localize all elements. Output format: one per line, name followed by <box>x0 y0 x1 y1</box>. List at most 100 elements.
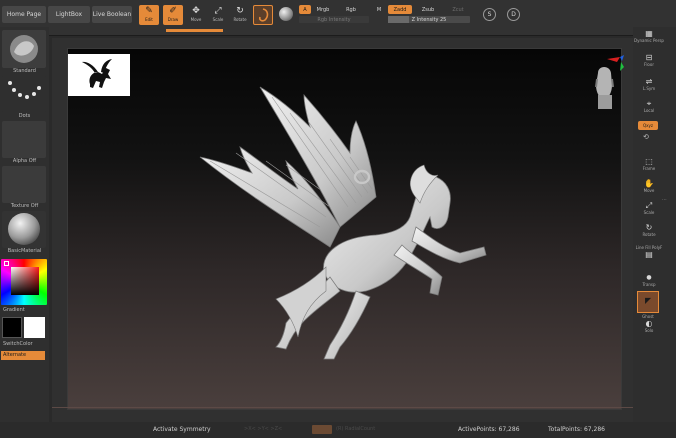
move-view-button[interactable]: ✋ Move <box>638 179 660 193</box>
polyframe-button[interactable]: Line Fill PolyF ▤ <box>636 245 663 259</box>
solo-label: Solo <box>644 328 654 333</box>
local-symmetry-button[interactable]: ⇌ L.Sym <box>638 77 660 91</box>
pegasus-silhouette-icon <box>82 59 112 88</box>
active-tool-indicator <box>166 29 223 32</box>
z-intensity-slider[interactable]: Z Intensity 25 <box>388 16 470 23</box>
gradient-label: Gradient <box>3 307 25 313</box>
rotate-view-label: Rotate <box>642 232 656 237</box>
dots-label: Dots <box>18 113 31 119</box>
polyframe-icon: ▤ <box>645 250 653 259</box>
hand-icon: ✋ <box>644 179 654 188</box>
alpha-off-label: Alpha Off <box>12 158 37 164</box>
ghost-button[interactable]: ◤ <box>637 291 659 313</box>
total-points-label: TotalPoints: 67,286 <box>548 426 605 433</box>
live-boolean-button[interactable]: Live Boolean <box>92 6 132 23</box>
d-icon[interactable]: D <box>507 8 520 21</box>
rotate-tool-button[interactable]: ↻ Rotate <box>230 5 250 25</box>
transp-button[interactable]: ● Transp <box>638 273 660 287</box>
local-label: Local <box>643 108 655 113</box>
s-icon[interactable]: S <box>483 8 496 21</box>
navigation-gizmo[interactable] <box>584 51 624 113</box>
edit-tool-button[interactable]: ✎ Edit <box>139 5 159 25</box>
rotate-view-icon: ↻ <box>645 223 653 232</box>
material-button[interactable] <box>2 211 46 248</box>
scale-tool-label: Scale <box>212 17 224 22</box>
draw-tool-button[interactable]: ✐ Draw <box>163 5 183 25</box>
top-toolbar: Home Page LightBox Live Boolean ✎ Edit ✐… <box>0 0 676 36</box>
local-symmetry-label: L.Sym <box>642 86 656 91</box>
floor-label: Floor <box>644 62 654 67</box>
frame-icon: ⬚ <box>645 157 653 166</box>
scale-view-button[interactable]: ⤢ Scale <box>638 201 660 215</box>
rotate-tool-label: Rotate <box>233 17 247 22</box>
floor-button[interactable]: ⊟ Floor <box>638 53 660 67</box>
rgb-button[interactable]: Rgb <box>342 5 360 14</box>
left-shelf: Standard Dots Alpha Off Texture Off Basi… <box>0 27 49 438</box>
radial-count-slider[interactable]: (R) RadialCount <box>336 426 396 433</box>
symmetry-icon: ⇌ <box>645 77 653 86</box>
activate-symmetry-label[interactable]: Activate Symmetry <box>153 426 211 433</box>
rotate-icon: ↻ <box>236 6 244 16</box>
pegasus-model <box>199 86 487 360</box>
current-brush-button[interactable] <box>253 5 273 25</box>
standard-brush-button[interactable] <box>2 30 46 68</box>
material-sphere-icon[interactable] <box>279 7 293 21</box>
mrgb-button[interactable]: Mrgb <box>313 5 333 14</box>
scale-view-icon: ⤢ <box>645 201 653 210</box>
material-ball-icon <box>8 213 40 245</box>
dynamic-persp-label: Dynamic Persp <box>634 38 664 43</box>
transparency-icon: ● <box>646 274 652 281</box>
zcut-button[interactable]: Zcut <box>449 5 467 14</box>
symmetry-axis-buttons[interactable]: >X< >Y< >Z< <box>244 426 304 433</box>
solo-button[interactable]: ◐ Solo <box>638 319 660 333</box>
viewport <box>52 38 633 422</box>
right-shelf: ▦ Dynamic Persp ⊟ Floor ⇌ L.Sym ⌖ Local … <box>633 27 676 438</box>
dynamic-persp-button[interactable]: ▦ Dynamic Persp <box>634 29 664 43</box>
qxyz-label: Qxyz <box>643 123 653 128</box>
model-thumbnail[interactable] <box>68 54 130 96</box>
rotate-small-icon[interactable]: ⟲ <box>643 133 649 141</box>
scale-tool-button[interactable]: ⤢ Scale <box>208 5 228 25</box>
draw-tool-label: Draw <box>167 17 179 22</box>
texture-off-label: Texture Off <box>10 203 39 209</box>
zadd-button[interactable]: Zadd <box>388 5 412 14</box>
z-intensity-fill <box>388 16 409 23</box>
alpha-button[interactable] <box>2 121 46 158</box>
main-color-swatch[interactable] <box>24 317 45 338</box>
standard-brush-icon <box>10 35 38 63</box>
perspective-icon: ▦ <box>645 29 653 38</box>
head-gizmo-icon <box>595 55 624 109</box>
document-canvas[interactable] <box>67 48 624 410</box>
alternate-button[interactable]: Alternate <box>1 351 45 360</box>
frame-button[interactable]: ⬚ Frame <box>638 157 660 171</box>
color-square[interactable] <box>11 267 39 295</box>
draw-icon: ✐ <box>169 6 177 16</box>
bottom-status-bar: Activate Symmetry >X< >Y< >Z< (R) Radial… <box>0 422 676 438</box>
qxyz-button[interactable]: Qxyz <box>638 121 658 130</box>
texture-button[interactable] <box>2 166 46 203</box>
rotate-view-button[interactable]: ↻ Rotate <box>638 223 660 237</box>
lightbox-button[interactable]: LightBox <box>48 6 90 23</box>
local-icon: ⌖ <box>646 99 652 108</box>
progress-line <box>52 407 633 408</box>
standard-label: Standard <box>13 68 36 74</box>
zsub-button[interactable]: Zsub <box>418 5 438 14</box>
move-tool-button[interactable]: ✥ Move <box>186 5 206 25</box>
secondary-color-swatch[interactable] <box>2 317 22 338</box>
active-points-label: ActivePoints: 67,286 <box>458 426 520 433</box>
dots-stroke-icon <box>8 81 41 99</box>
z-intensity-label: Z Intensity 25 <box>411 16 447 23</box>
home-page-button[interactable]: Home Page <box>2 6 46 23</box>
scale-icon: ⤢ <box>214 6 222 16</box>
m-button[interactable]: M <box>374 5 384 14</box>
dots-stroke-button[interactable] <box>2 75 46 113</box>
brush-icon <box>259 8 269 22</box>
symmetry-radial-toggle[interactable] <box>312 425 332 434</box>
ghost-icon: ◤ <box>645 296 652 305</box>
local-button[interactable]: ⌖ Local <box>638 99 660 113</box>
a-toggle[interactable]: A <box>299 5 311 14</box>
color-picker[interactable] <box>1 259 47 305</box>
edit-icon: ✎ <box>145 6 153 16</box>
rgb-intensity-slider[interactable]: Rgb Intensity <box>299 16 369 23</box>
xyz-marker: ⋯ <box>662 197 667 203</box>
